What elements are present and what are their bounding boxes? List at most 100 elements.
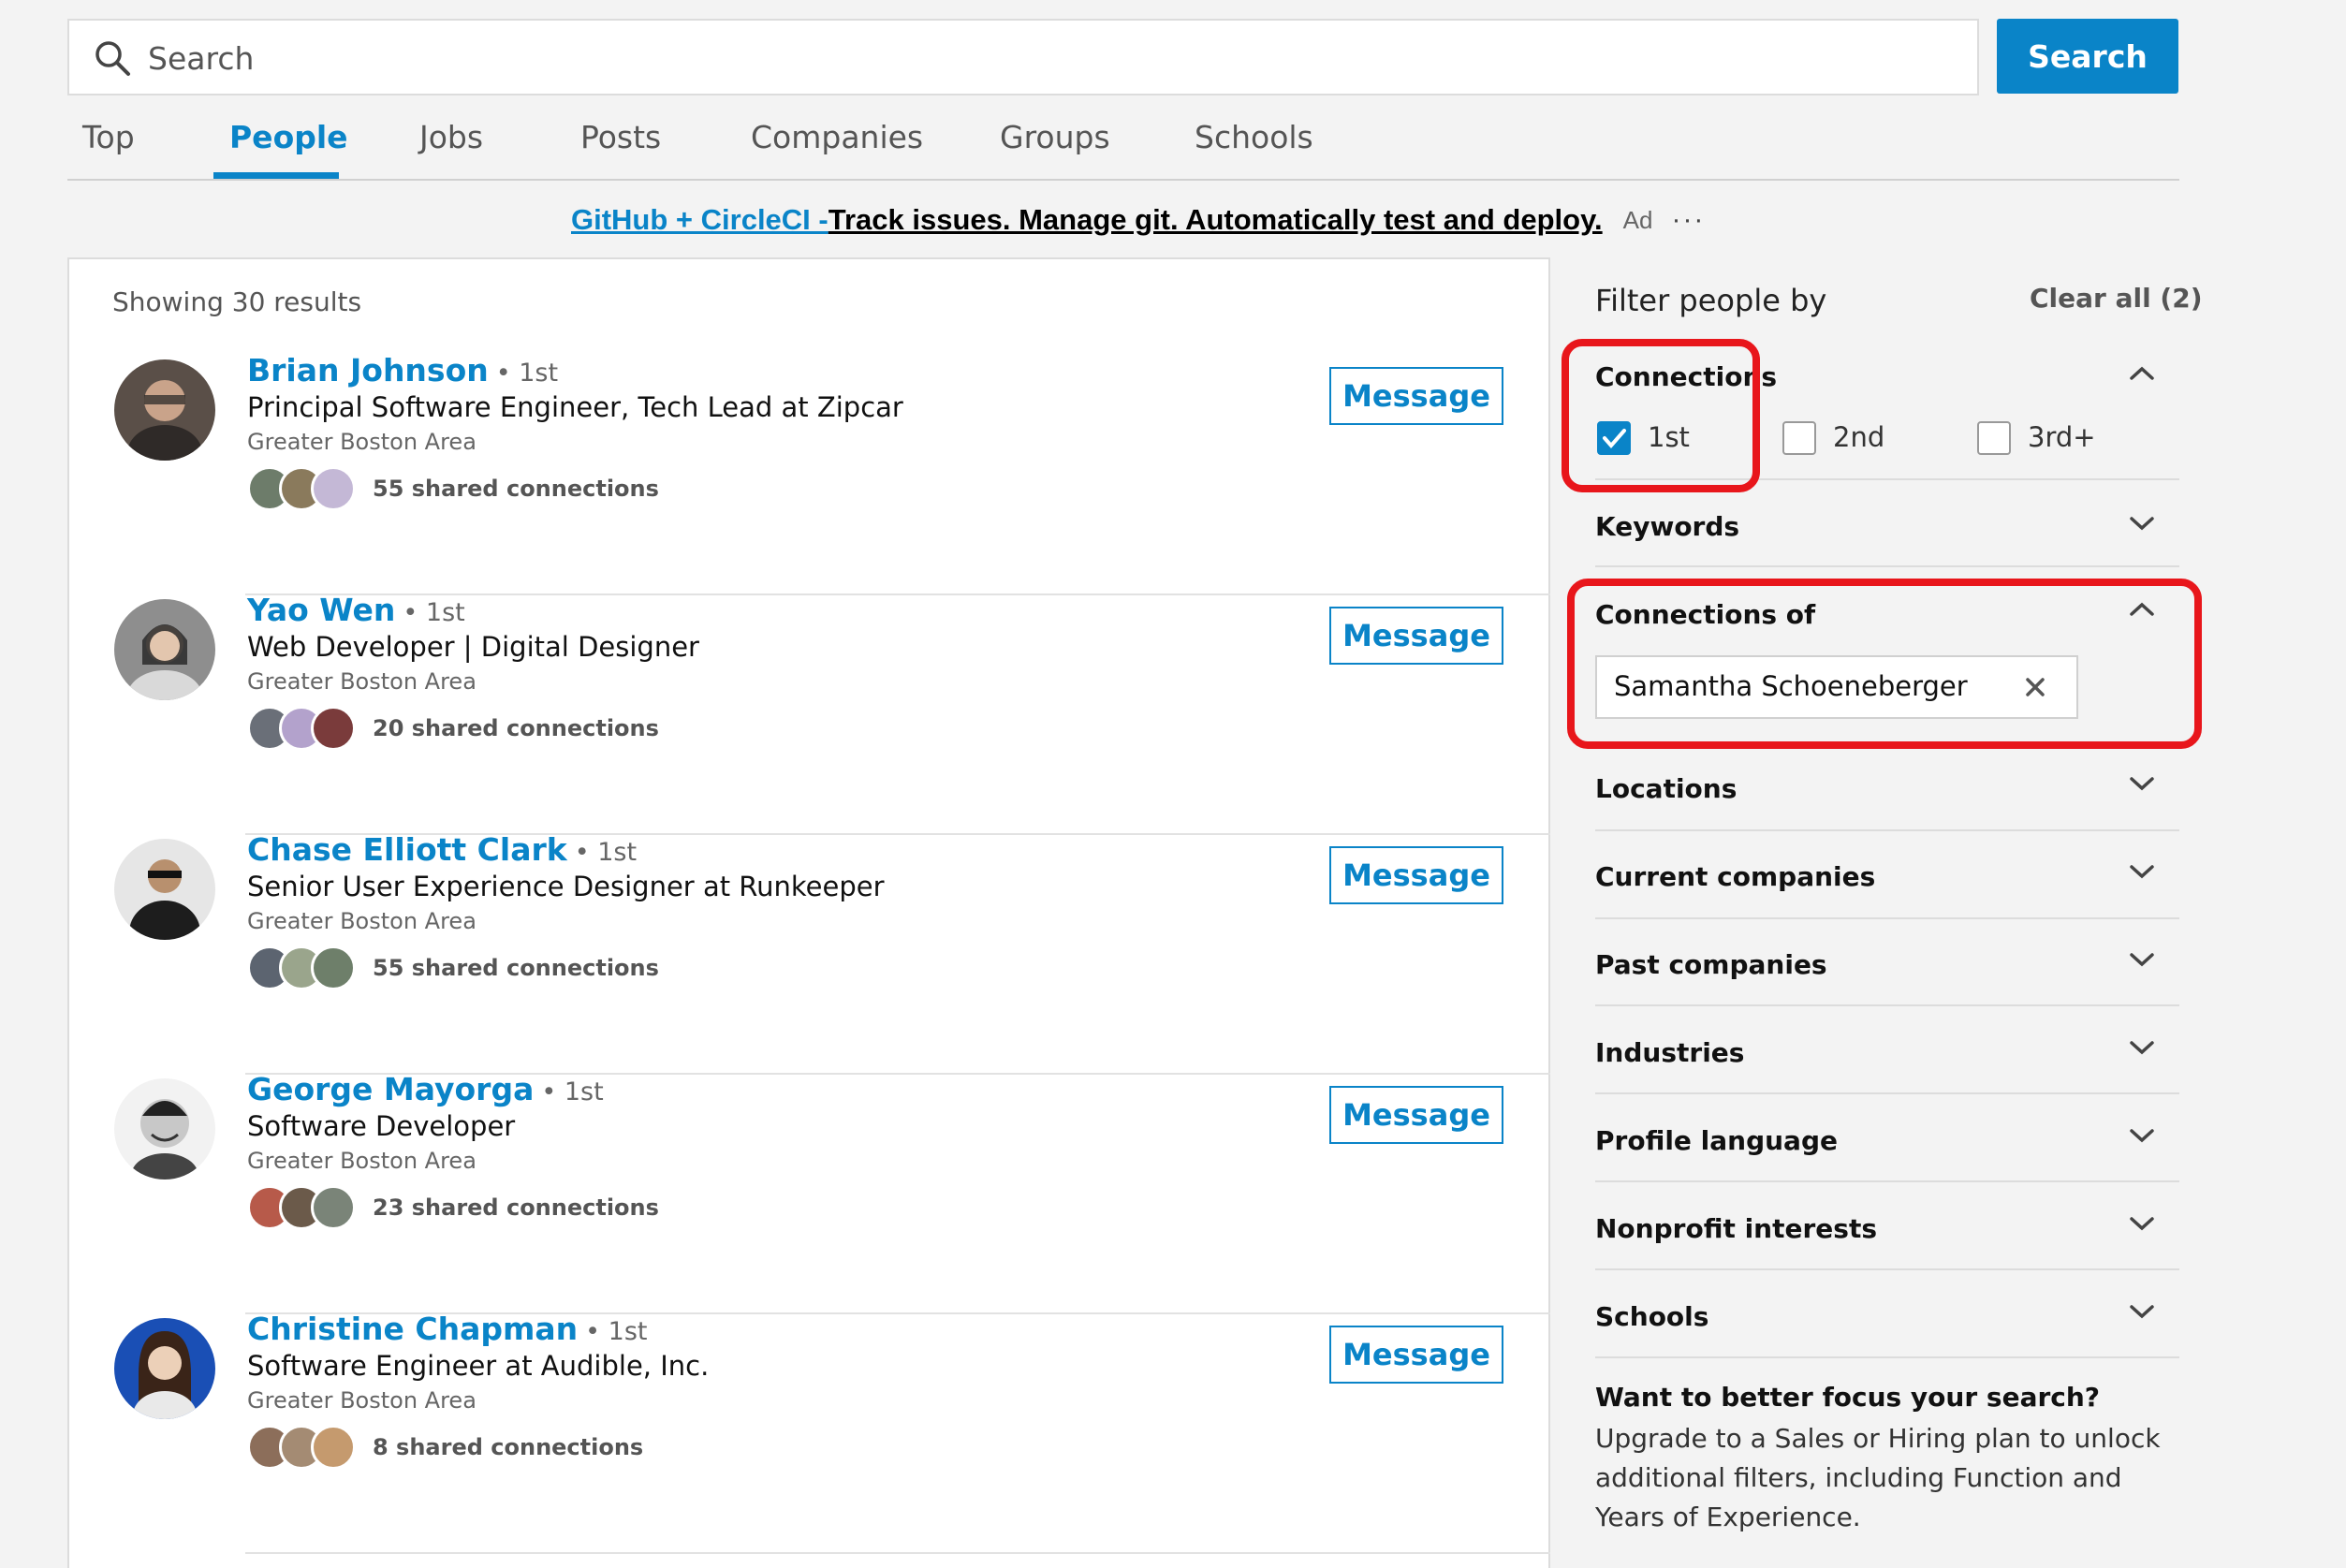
shared-connections-text: 55 shared connections [373, 476, 659, 502]
active-tab-indicator [213, 172, 339, 179]
section-divider [1595, 1092, 2179, 1094]
connection-degree: • 1st [403, 598, 465, 627]
connections-2nd-label[interactable]: 2nd [1833, 421, 1884, 453]
shared-avatar [311, 1425, 356, 1470]
person-headline: Software Engineer at Audible, Inc. [247, 1350, 710, 1382]
shared-connections-text: 8 shared connections [373, 1434, 644, 1460]
keywords-filter-title[interactable]: Keywords [1595, 511, 1739, 542]
message-button[interactable]: Message [1329, 1086, 1503, 1144]
person-name[interactable]: George Mayorga [247, 1071, 534, 1107]
tab-companies[interactable]: Companies [751, 114, 923, 159]
connection-degree: • 1st [495, 359, 559, 388]
highlight-connections-of [1567, 579, 2202, 749]
message-button[interactable]: Message [1329, 607, 1503, 665]
person-location: Greater Boston Area [247, 668, 477, 695]
message-button[interactable]: Message [1329, 846, 1503, 904]
avatar[interactable] [114, 599, 215, 700]
industries-filter-title[interactable]: Industries [1595, 1037, 1744, 1068]
search-button[interactable]: Search [1997, 19, 2178, 94]
ad-label: Ad [1622, 205, 1653, 234]
chevron-down-icon[interactable] [2128, 1301, 2156, 1322]
tab-posts[interactable]: Posts [580, 114, 661, 159]
shared-connections[interactable]: 8 shared connections [247, 1425, 643, 1470]
shared-connections[interactable]: 55 shared connections [247, 466, 659, 511]
chevron-down-icon[interactable] [2128, 773, 2156, 794]
shared-connections-text: 20 shared connections [373, 715, 659, 741]
tab-people[interactable]: People [229, 114, 348, 159]
ad-more-icon[interactable]: ··· [1671, 204, 1705, 236]
upgrade-title: Want to better focus your search? [1595, 1382, 2101, 1413]
tabs-divider [67, 179, 2179, 181]
avatar[interactable] [114, 839, 215, 940]
past-companies-filter-title[interactable]: Past companies [1595, 949, 1827, 980]
row-divider [245, 1552, 1550, 1554]
tab-groups[interactable]: Groups [1000, 114, 1110, 159]
shared-avatar [311, 706, 356, 751]
person-name[interactable]: Christine Chapman [247, 1311, 578, 1347]
connections-3rd-label[interactable]: 3rd+ [2028, 421, 2096, 453]
tab-jobs[interactable]: Jobs [419, 114, 483, 159]
ad-banner: GitHub + CircleCI - Track issues. Manage… [571, 198, 1705, 242]
shared-connections[interactable]: 20 shared connections [247, 706, 659, 751]
avatar[interactable] [114, 1078, 215, 1180]
tab-schools[interactable]: Schools [1195, 114, 1313, 159]
person-headline: Senior User Experience Designer at Runke… [247, 871, 885, 902]
tab-top[interactable]: Top [82, 114, 135, 159]
profile-language-filter-title[interactable]: Profile language [1595, 1125, 1838, 1156]
result-row: Chase Elliott Clark • 1st Senior User Exp… [67, 831, 1550, 1075]
section-divider [1595, 1356, 2179, 1358]
result-row: Yao Wen • 1st Web Developer | Digital Des… [67, 592, 1550, 835]
highlight-connections [1562, 339, 1760, 492]
section-divider [1595, 829, 2179, 831]
search-input[interactable] [146, 28, 1928, 88]
person-location: Greater Boston Area [247, 1148, 477, 1174]
avatar[interactable] [114, 359, 215, 461]
message-button[interactable]: Message [1329, 1326, 1503, 1384]
result-row: George Mayorga • 1st Software Developer G… [67, 1071, 1550, 1314]
chevron-down-icon[interactable] [2128, 1213, 2156, 1234]
shared-connections[interactable]: 23 shared connections [247, 1185, 659, 1230]
ad-link[interactable]: GitHub + CircleCI - [571, 203, 828, 237]
person-name[interactable]: Chase Elliott Clark [247, 831, 567, 868]
section-divider [1595, 1268, 2179, 1270]
person-location: Greater Boston Area [247, 908, 477, 934]
chevron-down-icon[interactable] [2128, 949, 2156, 970]
section-divider [1595, 1180, 2179, 1182]
chevron-up-icon[interactable] [2128, 363, 2156, 384]
result-row: Christine Chapman • 1st Software Engineer… [67, 1311, 1550, 1554]
person-headline: Principal Software Engineer, Tech Lead a… [247, 391, 903, 423]
chevron-down-icon[interactable] [2128, 861, 2156, 882]
upgrade-text: Upgrade to a Sales or Hiring plan to unl… [1595, 1423, 2161, 1532]
person-name[interactable]: Yao Wen [247, 592, 395, 628]
avatar[interactable] [114, 1318, 215, 1419]
connection-degree: • 1st [541, 1077, 604, 1106]
connection-degree: • 1st [585, 1317, 648, 1346]
result-row: Brian Johnson • 1st Principal Software En… [67, 352, 1550, 595]
connections-3rd-checkbox[interactable] [1977, 421, 2011, 455]
person-location: Greater Boston Area [247, 429, 477, 455]
section-divider [1595, 565, 2179, 567]
shared-connections-text: 23 shared connections [373, 1194, 659, 1221]
section-divider [1595, 1004, 2179, 1006]
connection-degree: • 1st [574, 838, 638, 867]
nonprofit-interests-filter-title[interactable]: Nonprofit interests [1595, 1213, 1877, 1244]
person-location: Greater Boston Area [247, 1387, 477, 1414]
connections-2nd-checkbox[interactable] [1782, 421, 1816, 455]
results-count: Showing 30 results [112, 286, 362, 317]
current-companies-filter-title[interactable]: Current companies [1595, 861, 1875, 892]
section-divider [1595, 917, 2179, 919]
schools-filter-title[interactable]: Schools [1595, 1301, 1708, 1332]
shared-avatar [311, 466, 356, 511]
person-name[interactable]: Brian Johnson [247, 352, 489, 388]
chevron-down-icon[interactable] [2128, 1037, 2156, 1058]
shared-connections[interactable]: 55 shared connections [247, 945, 659, 990]
clear-all-link[interactable]: Clear all (2) [2030, 283, 2203, 314]
ad-text[interactable]: Track issues. Manage git. Automatically … [828, 203, 1603, 237]
filter-panel-title: Filter people by [1595, 283, 1827, 318]
chevron-down-icon[interactable] [2128, 1125, 2156, 1146]
chevron-down-icon[interactable] [2128, 513, 2156, 534]
search-icon [95, 41, 130, 76]
message-button[interactable]: Message [1329, 367, 1503, 425]
locations-filter-title[interactable]: Locations [1595, 773, 1737, 804]
shared-connections-text: 55 shared connections [373, 955, 659, 981]
